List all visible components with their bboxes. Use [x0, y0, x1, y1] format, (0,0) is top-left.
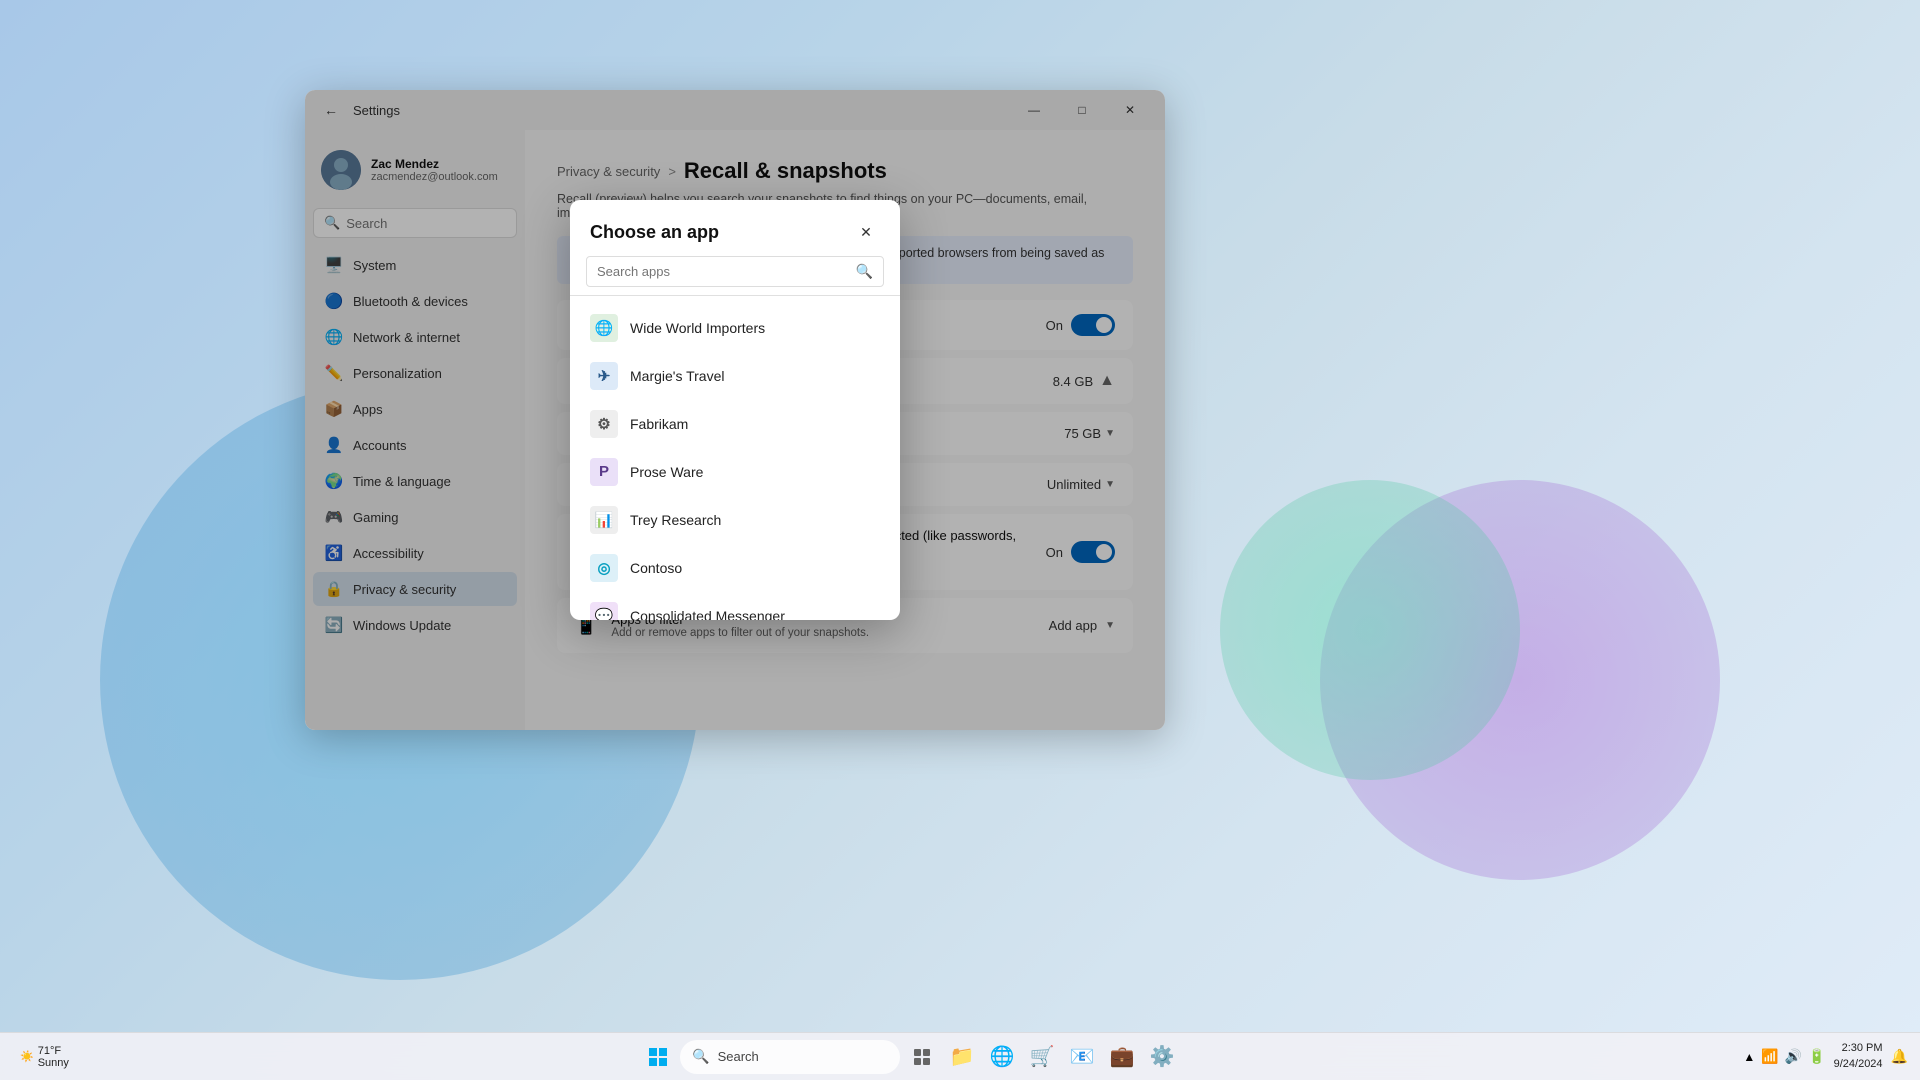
- app-list-item[interactable]: 📊 Trey Research: [570, 496, 900, 544]
- mail-icon[interactable]: 📧: [1064, 1039, 1100, 1075]
- taskbar: ☀️ 71°F Sunny 🔍 Search: [0, 1032, 1920, 1080]
- app-icon: 💬: [590, 602, 618, 620]
- volume-icon[interactable]: 🔊: [1785, 1048, 1802, 1065]
- modal-divider: [570, 295, 900, 296]
- app-name: Contoso: [630, 560, 682, 576]
- clock[interactable]: 2:30 PM 9/24/2024: [1834, 1041, 1883, 1072]
- app-icon: P: [590, 458, 618, 486]
- notification-icon[interactable]: 🔔: [1891, 1048, 1908, 1065]
- choose-app-modal: Choose an app ✕ 🔍 🌐 Wide World Importers…: [570, 200, 900, 620]
- weather-widget[interactable]: ☀️ 71°F Sunny: [12, 1045, 77, 1069]
- app-name: Prose Ware: [630, 464, 703, 480]
- taskbar-left: ☀️ 71°F Sunny: [0, 1045, 89, 1069]
- app-list-item[interactable]: ⚙ Fabrikam: [570, 400, 900, 448]
- date-display: 9/24/2024: [1834, 1057, 1883, 1072]
- app-icon: ⚙: [590, 410, 618, 438]
- app-list-item[interactable]: 💬 Consolidated Messenger: [570, 592, 900, 620]
- battery-icon[interactable]: 🔋: [1808, 1048, 1825, 1065]
- app-name: Margie's Travel: [630, 368, 724, 384]
- app-name: Wide World Importers: [630, 320, 765, 336]
- taskbar-search[interactable]: 🔍 Search: [680, 1040, 900, 1074]
- edge-icon[interactable]: 🌐: [984, 1039, 1020, 1075]
- windows-button[interactable]: [640, 1039, 676, 1075]
- app-name: Consolidated Messenger: [630, 608, 785, 620]
- app-list-item[interactable]: P Prose Ware: [570, 448, 900, 496]
- modal-app-list: 🌐 Wide World Importers ✈ Margie's Travel…: [570, 300, 900, 620]
- modal-search-input[interactable]: [597, 264, 848, 279]
- app-icon: 📊: [590, 506, 618, 534]
- weather-temp: 71°F: [38, 1045, 69, 1057]
- taskbar-right: ▲ 📶 🔊 🔋 2:30 PM 9/24/2024 🔔: [1731, 1041, 1920, 1072]
- teams-icon[interactable]: 💼: [1104, 1039, 1140, 1075]
- settings-window: ← Settings — □ ✕ Zac Mendez z: [305, 90, 1165, 730]
- weather-condition: Sunny: [38, 1057, 69, 1069]
- modal-header: Choose an app ✕: [570, 200, 900, 256]
- file-explorer-icon[interactable]: 📁: [944, 1039, 980, 1075]
- weather-icon: ☀️: [20, 1050, 34, 1063]
- app-icon: ◎: [590, 554, 618, 582]
- taskbar-center: 🔍 Search 📁 🌐 🛒 📧 💼 ⚙️: [640, 1039, 1180, 1075]
- app-list-item[interactable]: ✈ Margie's Travel: [570, 352, 900, 400]
- app-icon: 🌐: [590, 314, 618, 342]
- modal-title: Choose an app: [590, 222, 719, 243]
- modal-search-box[interactable]: 🔍: [586, 256, 884, 287]
- task-view-button[interactable]: [904, 1039, 940, 1075]
- time-display: 2:30 PM: [1834, 1041, 1883, 1056]
- tray-expand-icon[interactable]: ▲: [1743, 1050, 1755, 1064]
- app-list-item[interactable]: 🌐 Wide World Importers: [570, 304, 900, 352]
- app-name: Trey Research: [630, 512, 721, 528]
- taskbar-search-label: Search: [718, 1049, 759, 1064]
- system-tray: ▲ 📶 🔊 🔋: [1743, 1048, 1825, 1065]
- app-icon: ✈: [590, 362, 618, 390]
- store-icon[interactable]: 🛒: [1024, 1039, 1060, 1075]
- app-list-item[interactable]: ◎ Contoso: [570, 544, 900, 592]
- modal-overlay: Choose an app ✕ 🔍 🌐 Wide World Importers…: [305, 90, 1165, 730]
- settings-icon[interactable]: ⚙️: [1144, 1039, 1180, 1075]
- app-name: Fabrikam: [630, 416, 688, 432]
- wifi-icon[interactable]: 📶: [1761, 1048, 1778, 1065]
- taskbar-search-icon: 🔍: [692, 1048, 709, 1065]
- modal-close-button[interactable]: ✕: [852, 218, 880, 246]
- modal-search-icon: 🔍: [856, 263, 873, 280]
